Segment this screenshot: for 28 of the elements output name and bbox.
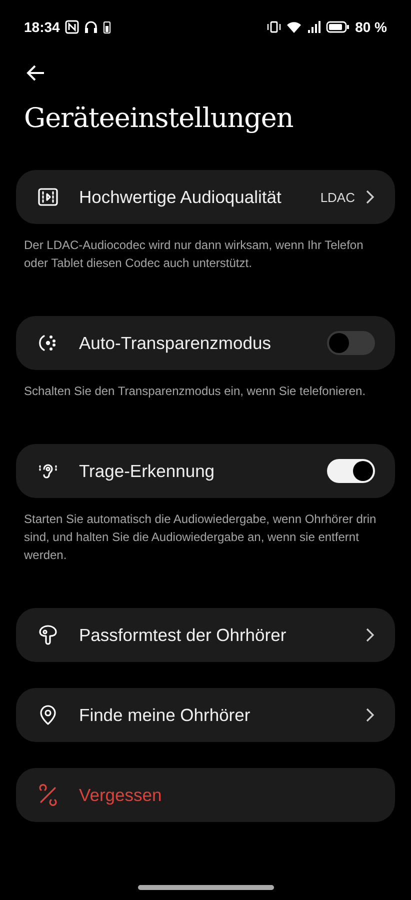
audio-frame-icon	[36, 185, 60, 209]
settings-row[interactable]: Finde meine Ohrhörer	[16, 688, 395, 742]
nfc-icon	[64, 20, 79, 34]
chevron-right-icon	[365, 707, 375, 723]
status-time: 18:34	[24, 19, 60, 35]
toggle-row[interactable]: Auto-Transparenzmodus	[16, 316, 395, 370]
battery-small-icon	[102, 20, 111, 34]
page-title: Geräteeinstellungen	[24, 103, 294, 134]
setting-description: Schalten Sie den Transparenzmodus ein, wenn Sie telefonieren.	[24, 383, 367, 400]
signal-icon	[307, 20, 322, 34]
wifi-icon	[286, 20, 302, 34]
toggle-switch[interactable]	[327, 331, 375, 355]
toggle-row[interactable]: Trage-Erkennung	[16, 444, 395, 498]
battery-icon	[326, 20, 350, 34]
battery-percent: 80 %	[355, 19, 387, 35]
codec-value: LDAC	[320, 190, 355, 204]
vibrate-icon	[267, 20, 282, 34]
chevron-right-icon	[365, 627, 375, 643]
settings-row[interactable]: Hochwertige Audioqualität LDAC	[16, 170, 395, 224]
forget-button[interactable]: Vergessen	[16, 768, 395, 822]
chevron-right-icon	[365, 189, 375, 205]
headphones-icon	[84, 20, 98, 34]
setting-description: Der LDAC-Audiocodec wird nur dann wirksam, wenn Ihr Telefon oder Tablet diesen Codec auch unterstützt.	[24, 237, 364, 272]
toggle-switch[interactable]	[327, 459, 375, 483]
settings-row[interactable]: Passformtest der Ohrhörer	[16, 608, 395, 662]
unlink-icon	[36, 783, 60, 807]
earbud-icon	[36, 623, 60, 647]
setting-description: Starten Sie automatisch die Audiowiedergabe, wenn Ohrhörer drin sind, und halten Sie die Audiowiedergabe an, wenn sie entfernt werden.	[24, 511, 378, 564]
